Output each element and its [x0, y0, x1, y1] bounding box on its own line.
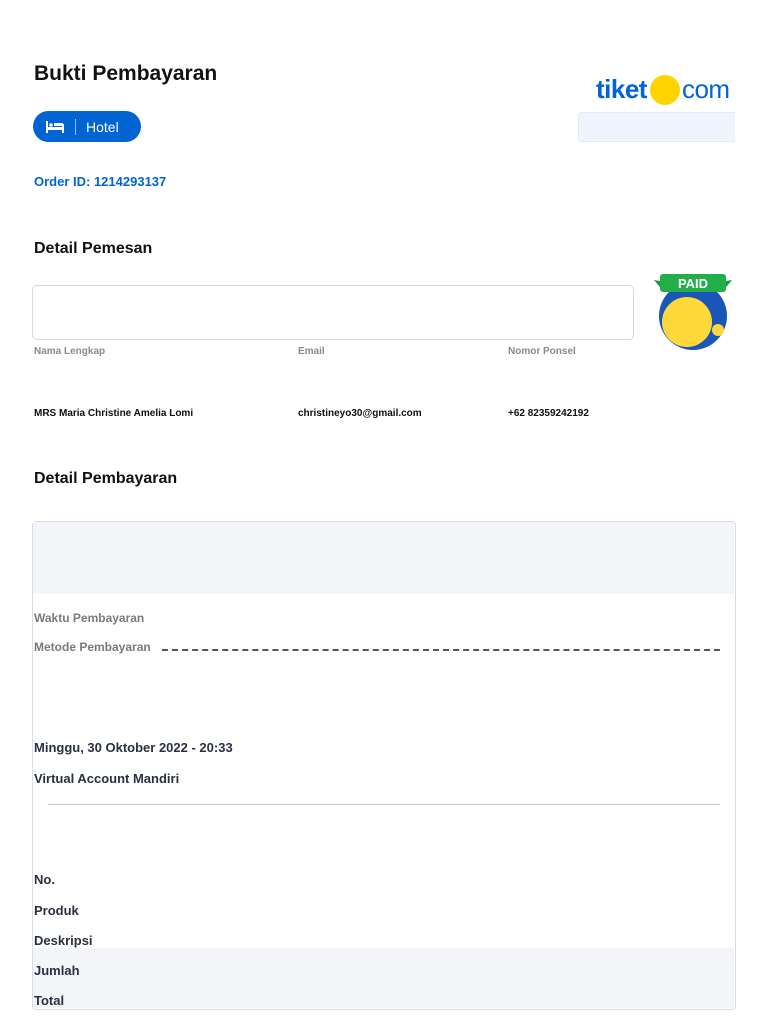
field-label-name: Nama Lengkap [34, 346, 106, 357]
paid-badge-icon: PAID [654, 274, 732, 350]
column-header-produk: Produk [34, 903, 79, 918]
tiket-logo: tiket com [596, 74, 730, 105]
field-value-phone: +62 82359242192 [508, 408, 589, 419]
divider [75, 118, 76, 135]
category-badge: Hotel [33, 111, 141, 142]
pemesan-box [32, 285, 634, 340]
page-title: Bukti Pembayaran [34, 62, 218, 85]
field-value-name: MRS Maria Christine Amelia Lomi [34, 408, 194, 419]
payment-card [32, 521, 736, 1010]
paid-text: PAID [678, 276, 708, 291]
logo-suffix: com [681, 74, 730, 104]
page: Bukti Pembayaran tiket com Hotel Order ID… [0, 0, 768, 1024]
label-payment-method: Metode Pembayaran [34, 640, 151, 654]
column-header-jumlah: Jumlah [34, 963, 80, 978]
payment-card-footer [33, 948, 734, 1008]
logo-bar [578, 112, 735, 142]
category-label: Hotel [86, 118, 119, 135]
label-payment-time: Waktu Pembayaran [34, 611, 145, 625]
section-title-pembayaran: Detail Pembayaran [34, 470, 178, 487]
section-title-pemesan: Detail Pemesan [34, 240, 153, 257]
column-header-total: Total [34, 993, 65, 1008]
column-header-deskripsi: Deskripsi [34, 933, 93, 948]
divider [48, 804, 720, 805]
bed-icon [46, 120, 64, 133]
payment-card-header [33, 522, 734, 594]
field-label-phone: Nomor Ponsel [508, 346, 576, 357]
value-payment-method: Virtual Account Mandiri [34, 771, 180, 786]
field-label-email: Email [298, 346, 325, 357]
value-payment-time: Minggu, 30 Oktober 2022 - 20:33 [34, 740, 233, 755]
column-header-no: No. [34, 872, 55, 887]
logo-dot-icon [649, 74, 680, 105]
logo-text: tiket [596, 74, 647, 104]
field-value-email: christineyo30@gmail.com [298, 408, 422, 419]
dashed-divider [162, 649, 720, 651]
order-id: Order ID: 1214293137 [34, 174, 167, 189]
